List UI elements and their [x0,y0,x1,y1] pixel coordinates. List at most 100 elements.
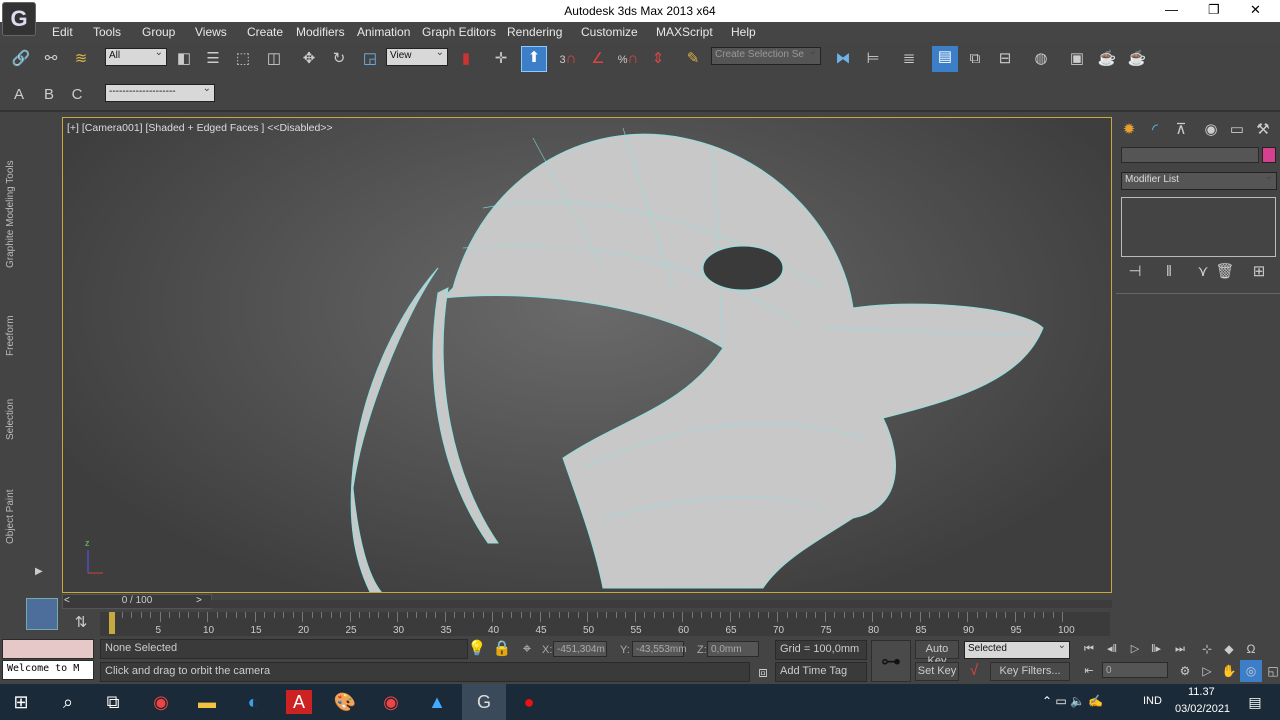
rendered-frame-icon[interactable]: ☕ [1096,48,1118,70]
move-icon[interactable]: ✥ [298,48,320,70]
minimize-button[interactable]: — [1165,2,1178,17]
teapot-b-icon[interactable]: B [38,84,60,106]
y-coordinate-field[interactable]: -43,553mm [632,641,687,657]
track-bar[interactable]: 5 10 15 20 25 30 35 40 45 50 55 60 65 70 75 80 85 90 95 100 [100,612,1110,636]
next-frame-icon[interactable]: ‖▸ [1145,638,1167,660]
time-next-icon[interactable]: > [196,595,202,606]
set-key-button[interactable]: Set Key [915,662,959,681]
object-color-swatch[interactable] [1262,147,1276,163]
motion-tab-icon[interactable]: ◉ [1200,119,1222,141]
time-prev-icon[interactable]: < [64,595,70,606]
expand-ribbon-icon[interactable]: ▶ [35,566,43,577]
clock-time[interactable]: 11.37 [1188,686,1215,698]
windows-start-icon[interactable]: ⊞ [8,690,34,714]
chrome-icon[interactable]: ◉ [148,690,174,714]
tab-selection[interactable]: Selection [5,399,16,440]
selection-filter-dropdown[interactable]: All [105,47,167,66]
perspective-icon[interactable]: ▷ [1196,660,1218,682]
material-editor-icon[interactable]: ◍ [1030,48,1052,70]
tray-icons[interactable]: ⌃ ▭ 🔈 ✍ [1042,694,1103,708]
tab-object-paint[interactable]: Object Paint [5,490,16,544]
mini-listener-button[interactable] [26,598,58,630]
time-slider[interactable]: 0 / 100 [62,594,212,609]
curve-editor-icon[interactable]: ⧉ [964,48,986,70]
set-keys-key-button[interactable]: ⊶ [871,640,911,682]
maxscript-listener-output[interactable] [2,639,94,659]
absolute-mode-icon[interactable]: ⌖ [516,638,538,660]
edit-named-selections-icon[interactable]: ✎ [682,48,704,70]
unlink-icon[interactable]: ⚯ [40,48,62,70]
close-button[interactable]: ✕ [1250,2,1261,18]
modifier-list-dropdown[interactable]: Modifier List [1121,171,1277,190]
time-tag-icon[interactable]: ⧈ [752,662,774,684]
camera-viewport[interactable]: [+] [Camera001] [Shaded + Edged Faces ] … [62,117,1112,593]
tab-graphite-modeling-tools[interactable]: Graphite Modeling Tools [5,160,16,268]
window-crossing-icon[interactable]: ◫ [263,48,285,70]
select-by-name-icon[interactable]: ☰ [202,48,224,70]
render-setup-icon[interactable]: ▣ [1066,48,1088,70]
app-logo-button[interactable]: G [2,2,36,36]
utilities-tab-icon[interactable]: ⚒ [1252,119,1274,141]
menu-rendering[interactable]: Rendering [507,25,562,39]
named-selection-sets-dropdown[interactable]: Create Selection Se [711,46,821,65]
scale-icon[interactable]: ◲ [359,48,381,70]
rotate-icon[interactable]: ↻ [328,48,350,70]
angle-snap-icon[interactable]: ∠ [587,48,609,70]
layer-manager-icon[interactable]: ≣ [898,48,920,70]
key-mode-toggle-icon[interactable]: ⇤ [1078,660,1100,682]
pan-icon[interactable]: ✋ [1218,660,1240,682]
key-mode-dropdown[interactable]: Selected [964,640,1070,659]
pin-stack-icon[interactable]: ⊣ [1124,261,1146,283]
previous-frame-icon[interactable]: ◂‖ [1101,638,1123,660]
keyboard-shortcut-override-icon[interactable]: ⬆ [521,46,547,72]
zoom-extents-icon[interactable]: ⊹ [1196,638,1218,660]
menu-modifiers[interactable]: Modifiers [296,25,345,39]
rectangular-selection-icon[interactable]: ⬚ [232,48,254,70]
menu-views[interactable]: Views [195,25,227,39]
configure-modifier-sets-icon[interactable]: ⊞ [1248,261,1270,283]
input-language[interactable]: IND [1143,695,1162,707]
make-unique-icon[interactable]: ⋎ [1192,261,1214,283]
time-slider-track[interactable] [210,600,1112,608]
modifier-stack[interactable] [1121,197,1276,257]
time-configuration-icon[interactable]: ⚙ [1174,660,1196,682]
modify-tab-icon[interactable]: ◜ [1144,119,1166,141]
isolate-selection-icon[interactable]: 💡 [466,638,488,660]
remove-modifier-icon[interactable]: 🗑 [1214,261,1236,283]
teapot-c-icon[interactable]: C [66,84,88,106]
menu-create[interactable]: Create [247,25,283,39]
menu-animation[interactable]: Animation [357,25,410,39]
photos-icon[interactable]: ▲ [424,690,450,714]
graphite-toggle-icon[interactable]: ▤ [932,46,958,72]
key-filters-button[interactable]: Key Filters... [990,662,1070,681]
autocad-icon[interactable]: A [286,690,312,714]
reference-coordinate-dropdown[interactable]: View [386,47,448,66]
show-end-result-icon[interactable]: ‖ [1158,261,1180,283]
notifications-icon[interactable]: ▤ [1242,690,1268,714]
maximize-button[interactable]: ❐ [1208,2,1220,18]
current-frame-marker[interactable] [109,612,115,634]
file-explorer-icon[interactable]: ▬ [194,690,220,714]
add-time-tag-button[interactable]: Add Time Tag [775,662,867,682]
search-icon[interactable]: ⌕ [55,690,81,714]
manipulate-icon[interactable]: ✛ [490,48,512,70]
selection-lock-icon[interactable]: 🔒 [491,638,513,660]
key-tangent-icon[interactable]: √ [963,660,985,682]
menu-customize[interactable]: Customize [581,25,638,39]
bind-space-warp-icon[interactable]: ≋ [70,48,92,70]
fov-icon[interactable]: ◆ [1218,638,1240,660]
current-frame-field[interactable]: 0 [1102,662,1168,678]
recorder-icon[interactable]: ● [516,690,542,714]
task-view-icon[interactable]: ⧉ [100,690,126,714]
create-tab-icon[interactable]: ✹ [1118,119,1140,141]
percent-snap-icon[interactable]: %∩ [617,48,639,70]
render-production-icon[interactable]: ☕ [1126,48,1148,70]
align-icon[interactable]: ⊨ [862,48,884,70]
orbit-camera-icon[interactable]: ◎ [1240,660,1262,682]
x-coordinate-field[interactable]: -451,304m [553,641,607,657]
menu-maxscript[interactable]: MAXScript [656,25,713,39]
chrome-profile-icon[interactable]: ◉ [378,690,404,714]
display-tab-icon[interactable]: ▭ [1226,119,1248,141]
open-track-bar-icon[interactable]: ⇅ [70,612,92,634]
spinner-snap-icon[interactable]: ⇕ [647,48,669,70]
